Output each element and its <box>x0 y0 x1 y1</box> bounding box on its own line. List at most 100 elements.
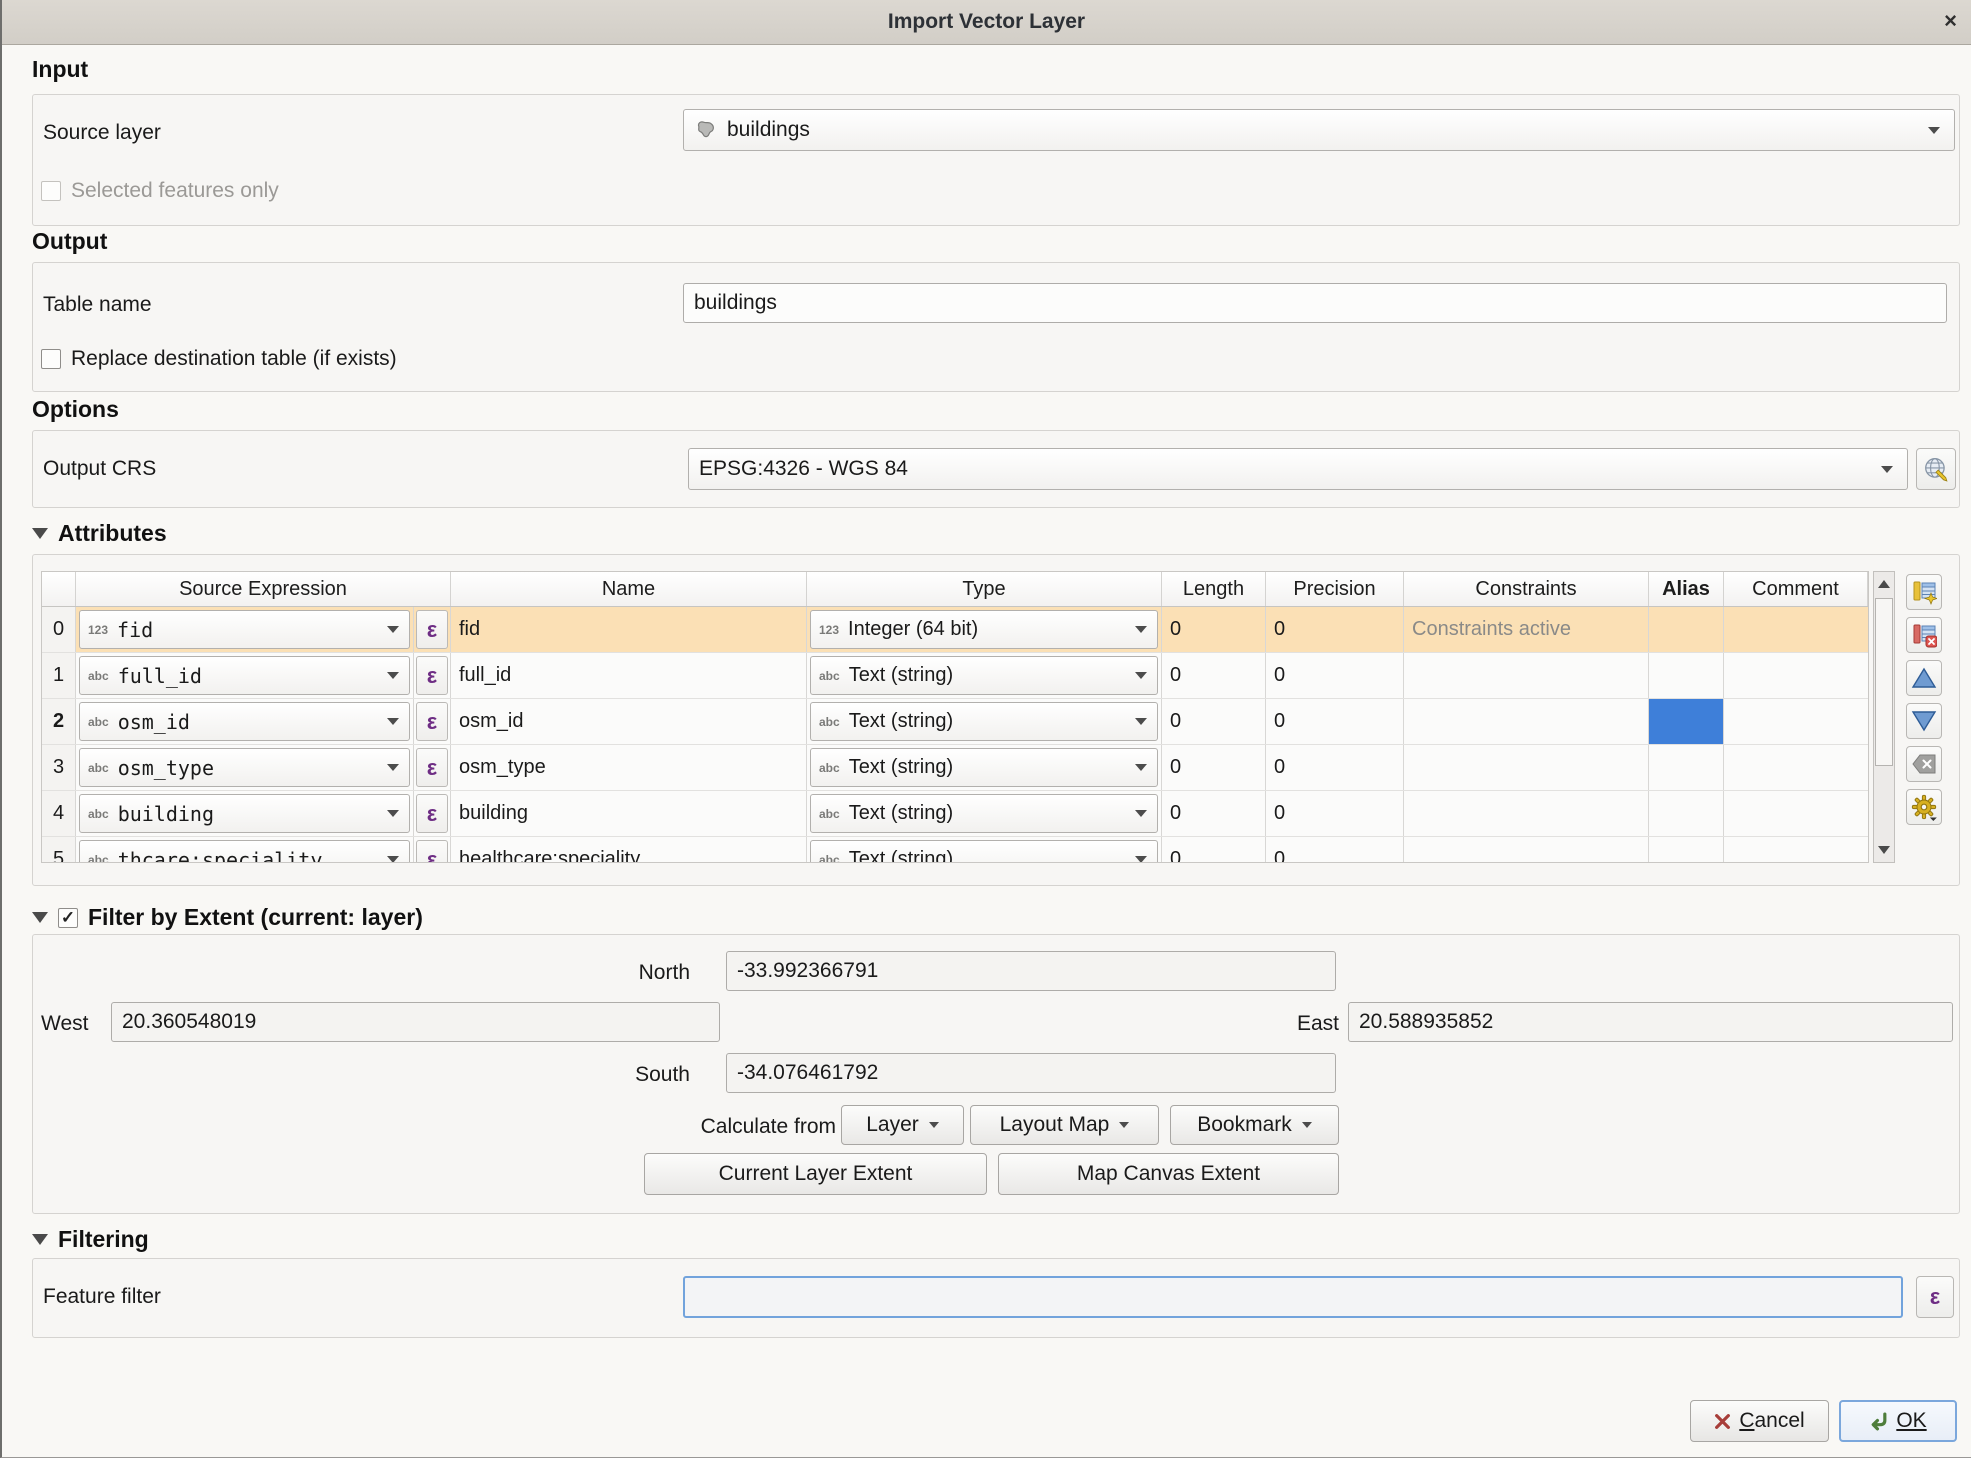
precision-cell[interactable]: 0 <box>1266 837 1404 863</box>
cell-dropdown[interactable]: 123Integer (64 bit) <box>810 610 1158 649</box>
move-field-up-button[interactable] <box>1906 660 1942 696</box>
alias-cell[interactable] <box>1649 791 1724 836</box>
name-cell[interactable]: osm_type <box>451 745 807 790</box>
map-canvas-extent-button[interactable]: Map Canvas Extent <box>998 1153 1339 1195</box>
comment-cell[interactable] <box>1724 607 1868 652</box>
constraints-cell[interactable] <box>1404 837 1649 863</box>
move-field-down-button[interactable] <box>1906 703 1942 739</box>
replace-table-checkbox[interactable] <box>41 349 61 369</box>
select-crs-button[interactable] <box>1916 448 1956 490</box>
cell-dropdown[interactable]: abcText (string) <box>810 794 1158 833</box>
output-crs-dropdown[interactable]: EPSG:4326 - WGS 84 <box>688 448 1908 490</box>
reset-fields-button[interactable] <box>1906 746 1942 782</box>
cell-dropdown[interactable]: abcbuilding <box>79 794 410 833</box>
expression-builder-button[interactable]: ε <box>416 610 448 649</box>
expression-builder-button[interactable]: ε <box>416 702 448 741</box>
attributes-table-header: Source Expression Name Type Length Preci… <box>42 572 1868 607</box>
ok-button[interactable]: OK <box>1839 1400 1957 1442</box>
table-name-input[interactable] <box>683 283 1947 323</box>
output-group: Table name Replace destination table (if… <box>32 262 1960 392</box>
cell-dropdown[interactable]: abcText (string) <box>810 840 1158 863</box>
row-number[interactable]: 1 <box>42 653 76 698</box>
cancel-button[interactable]: Cancel <box>1690 1400 1829 1442</box>
row-number[interactable]: 3 <box>42 745 76 790</box>
extent-enabled-checkbox[interactable]: ✓ <box>58 908 78 928</box>
selected-features-checkbox[interactable] <box>41 181 61 201</box>
west-input[interactable] <box>111 1002 720 1042</box>
east-input[interactable] <box>1348 1002 1953 1042</box>
alias-cell[interactable] <box>1649 653 1724 698</box>
field-type-icon: abc <box>88 807 109 821</box>
expression-builder-button[interactable]: ε <box>416 748 448 787</box>
attributes-section-header[interactable]: Attributes <box>32 520 167 547</box>
name-cell[interactable]: healthcare:speciality <box>451 837 807 863</box>
attributes-scrollbar[interactable] <box>1873 571 1895 863</box>
precision-cell[interactable]: 0 <box>1266 745 1404 790</box>
precision-cell[interactable]: 0 <box>1266 699 1404 744</box>
current-layer-extent-button[interactable]: Current Layer Extent <box>644 1153 987 1195</box>
delete-field-button[interactable] <box>1906 617 1942 653</box>
calc-from-bookmark-button[interactable]: Bookmark <box>1170 1105 1339 1145</box>
filtering-section-header[interactable]: Filtering <box>32 1226 149 1253</box>
alias-cell[interactable] <box>1649 699 1724 744</box>
length-cell[interactable]: 0 <box>1162 837 1266 863</box>
comment-cell[interactable] <box>1724 745 1868 790</box>
comment-cell[interactable] <box>1724 837 1868 863</box>
scroll-down-icon[interactable] <box>1878 846 1890 854</box>
alias-cell[interactable] <box>1649 745 1724 790</box>
row-number[interactable]: 4 <box>42 791 76 836</box>
precision-cell[interactable]: 0 <box>1266 607 1404 652</box>
constraints-cell[interactable] <box>1404 699 1649 744</box>
cell-dropdown[interactable]: 123fid <box>79 610 410 649</box>
name-cell[interactable]: full_id <box>451 653 807 698</box>
row-number[interactable]: 0 <box>42 607 76 652</box>
field-options-button[interactable] <box>1906 789 1942 825</box>
length-cell[interactable]: 0 <box>1162 791 1266 836</box>
south-input[interactable] <box>726 1053 1336 1093</box>
cell-dropdown[interactable]: abcosm_id <box>79 702 410 741</box>
feature-filter-input[interactable] <box>683 1276 1903 1318</box>
attribute-row: 3abcosm_typeεosm_typeabcText (string)00 <box>42 745 1868 791</box>
precision-cell[interactable]: 0 <box>1266 791 1404 836</box>
north-input[interactable] <box>726 951 1336 991</box>
calc-from-layer-button[interactable]: Layer <box>841 1105 964 1145</box>
cell-dropdown[interactable]: abcText (string) <box>810 656 1158 695</box>
scroll-up-icon[interactable] <box>1878 580 1890 588</box>
filter-expression-button[interactable]: ε <box>1916 1276 1954 1318</box>
cell-dropdown[interactable]: abcText (string) <box>810 702 1158 741</box>
name-cell[interactable]: building <box>451 791 807 836</box>
constraints-cell[interactable] <box>1404 745 1649 790</box>
expression-builder-button[interactable]: ε <box>416 840 448 863</box>
constraints-cell[interactable]: Constraints active <box>1404 607 1649 652</box>
expression-builder-button[interactable]: ε <box>416 794 448 833</box>
expression-builder-button[interactable]: ε <box>416 656 448 695</box>
length-cell[interactable]: 0 <box>1162 653 1266 698</box>
alias-cell[interactable] <box>1649 607 1724 652</box>
length-cell[interactable]: 0 <box>1162 607 1266 652</box>
comment-cell[interactable] <box>1724 699 1868 744</box>
alias-cell[interactable] <box>1649 837 1724 863</box>
precision-cell[interactable]: 0 <box>1266 653 1404 698</box>
length-cell[interactable]: 0 <box>1162 699 1266 744</box>
cell-dropdown[interactable]: abcfull_id <box>79 656 410 695</box>
delete-field-icon <box>1911 622 1937 648</box>
cell-dropdown[interactable]: abcthcare:speciality <box>79 840 410 863</box>
add-field-button[interactable] <box>1906 574 1942 610</box>
name-cell[interactable]: osm_id <box>451 699 807 744</box>
cell-dropdown[interactable]: abcosm_type <box>79 748 410 787</box>
name-cell[interactable]: fid <box>451 607 807 652</box>
row-number[interactable]: 2 <box>42 699 76 744</box>
length-cell[interactable]: 0 <box>1162 745 1266 790</box>
close-icon[interactable]: × <box>1944 8 1957 34</box>
constraints-cell[interactable] <box>1404 653 1649 698</box>
comment-cell[interactable] <box>1724 653 1868 698</box>
titlebar[interactable]: Import Vector Layer × <box>2 0 1971 45</box>
calc-from-layout-map-button[interactable]: Layout Map <box>970 1105 1159 1145</box>
cell-dropdown[interactable]: abcText (string) <box>810 748 1158 787</box>
row-number[interactable]: 5 <box>42 837 76 863</box>
comment-cell[interactable] <box>1724 791 1868 836</box>
scrollbar-thumb[interactable] <box>1875 598 1893 766</box>
extent-section-header[interactable]: ✓ Filter by Extent (current: layer) <box>32 904 423 931</box>
constraints-cell[interactable] <box>1404 791 1649 836</box>
source-layer-dropdown[interactable]: buildings <box>683 109 1955 151</box>
